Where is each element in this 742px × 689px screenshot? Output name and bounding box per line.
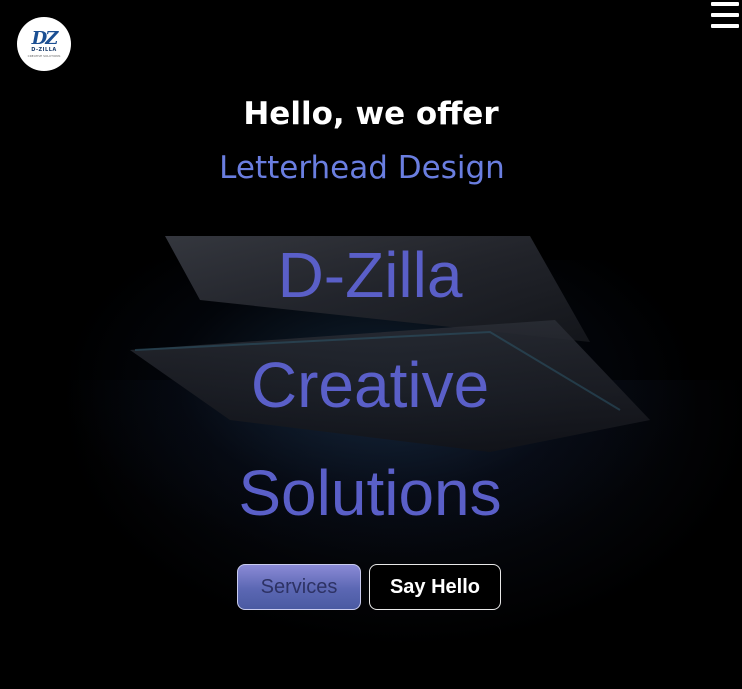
hero-title-line-1: D-Zilla: [277, 239, 463, 311]
hero-typed-service: Letterhead Design: [219, 150, 505, 186]
logo-mark: DZ: [31, 27, 59, 49]
hamburger-menu-icon[interactable]: [711, 2, 739, 28]
services-button[interactable]: Services: [237, 564, 361, 610]
logo-text: D-ZILLA: [31, 46, 57, 53]
menu-bar: [711, 13, 739, 17]
hero-title-line-3: Solutions: [238, 457, 502, 529]
menu-bar: [711, 2, 739, 6]
hero-greeting: Hello, we offer: [243, 96, 499, 132]
menu-bar: [711, 24, 739, 28]
logo-subtext: CREATIVE SOLUTIONS: [27, 53, 61, 58]
say-hello-button[interactable]: Say Hello: [369, 564, 501, 610]
hero-title-line-2: Creative: [250, 349, 490, 421]
brand-logo[interactable]: DZ D-ZILLA CREATIVE SOLUTIONS: [17, 17, 71, 71]
